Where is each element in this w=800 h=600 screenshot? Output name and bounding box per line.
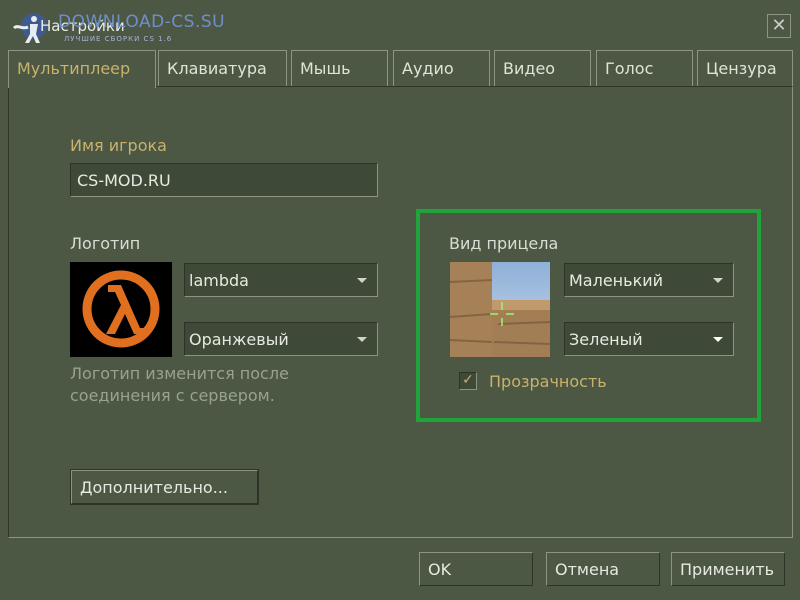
close-button[interactable]: ✕ — [767, 14, 791, 38]
watermark-subtitle: ЛУЧШИЕ СБОРКИ CS 1.6 — [64, 35, 173, 43]
translucent-label: Прозрачность — [489, 372, 607, 391]
player-name-input[interactable]: CS-MOD.RU — [70, 163, 378, 197]
tab-audio[interactable]: Аудио — [393, 50, 490, 86]
crosshair-label: Вид прицела — [449, 234, 559, 253]
translucent-checkbox[interactable]: ✓ — [459, 372, 477, 390]
watermark-text: DOWNLOAD-CS.SU — [58, 12, 226, 32]
title-bar: Настройки DOWNLOAD-CS.SU ЛУЧШИЕ СБОРКИ C… — [0, 0, 800, 46]
crosshair-color-value: Зеленый — [569, 330, 643, 349]
close-icon: ✕ — [771, 15, 787, 36]
advanced-button[interactable]: Дополнительно... — [70, 469, 259, 505]
tab-mouse[interactable]: Мышь — [291, 50, 388, 86]
logo-color-value: Оранжевый — [189, 330, 289, 349]
crosshair-preview — [450, 262, 550, 357]
tab-keyboard[interactable]: Клавиатура — [158, 50, 287, 86]
half-life-lambda-icon — [82, 270, 160, 348]
chevron-down-icon — [713, 278, 723, 283]
crosshair-size-value: Маленький — [569, 271, 664, 290]
logo-image-dropdown[interactable]: lambda — [184, 263, 378, 297]
apply-button[interactable]: Применить — [671, 552, 785, 586]
tab-video[interactable]: Видео — [494, 50, 591, 86]
player-name-label: Имя игрока — [70, 136, 167, 155]
chevron-down-icon — [357, 337, 367, 342]
logo-label: Логотип — [70, 234, 141, 253]
tab-censorship[interactable]: Цензура — [697, 50, 793, 86]
logo-color-dropdown[interactable]: Оранжевый — [184, 322, 378, 356]
ok-button[interactable]: OK — [419, 552, 533, 586]
crosshair-color-dropdown[interactable]: Зеленый — [564, 322, 734, 356]
crosshair-size-dropdown[interactable]: Маленький — [564, 263, 734, 297]
tab-multiplayer[interactable]: Мультиплеер — [8, 50, 156, 88]
chevron-down-icon — [713, 337, 723, 342]
logo-preview — [70, 262, 172, 357]
chevron-down-icon — [357, 278, 367, 283]
cancel-button[interactable]: Отмена — [546, 552, 660, 586]
logo-image-value: lambda — [189, 271, 249, 290]
checkmark-icon: ✓ — [462, 372, 474, 388]
tab-voice[interactable]: Голос — [596, 50, 693, 86]
crosshair-preview-image — [450, 262, 550, 357]
logo-hint-text: Логотип изменится после соединения с сер… — [70, 364, 289, 405]
